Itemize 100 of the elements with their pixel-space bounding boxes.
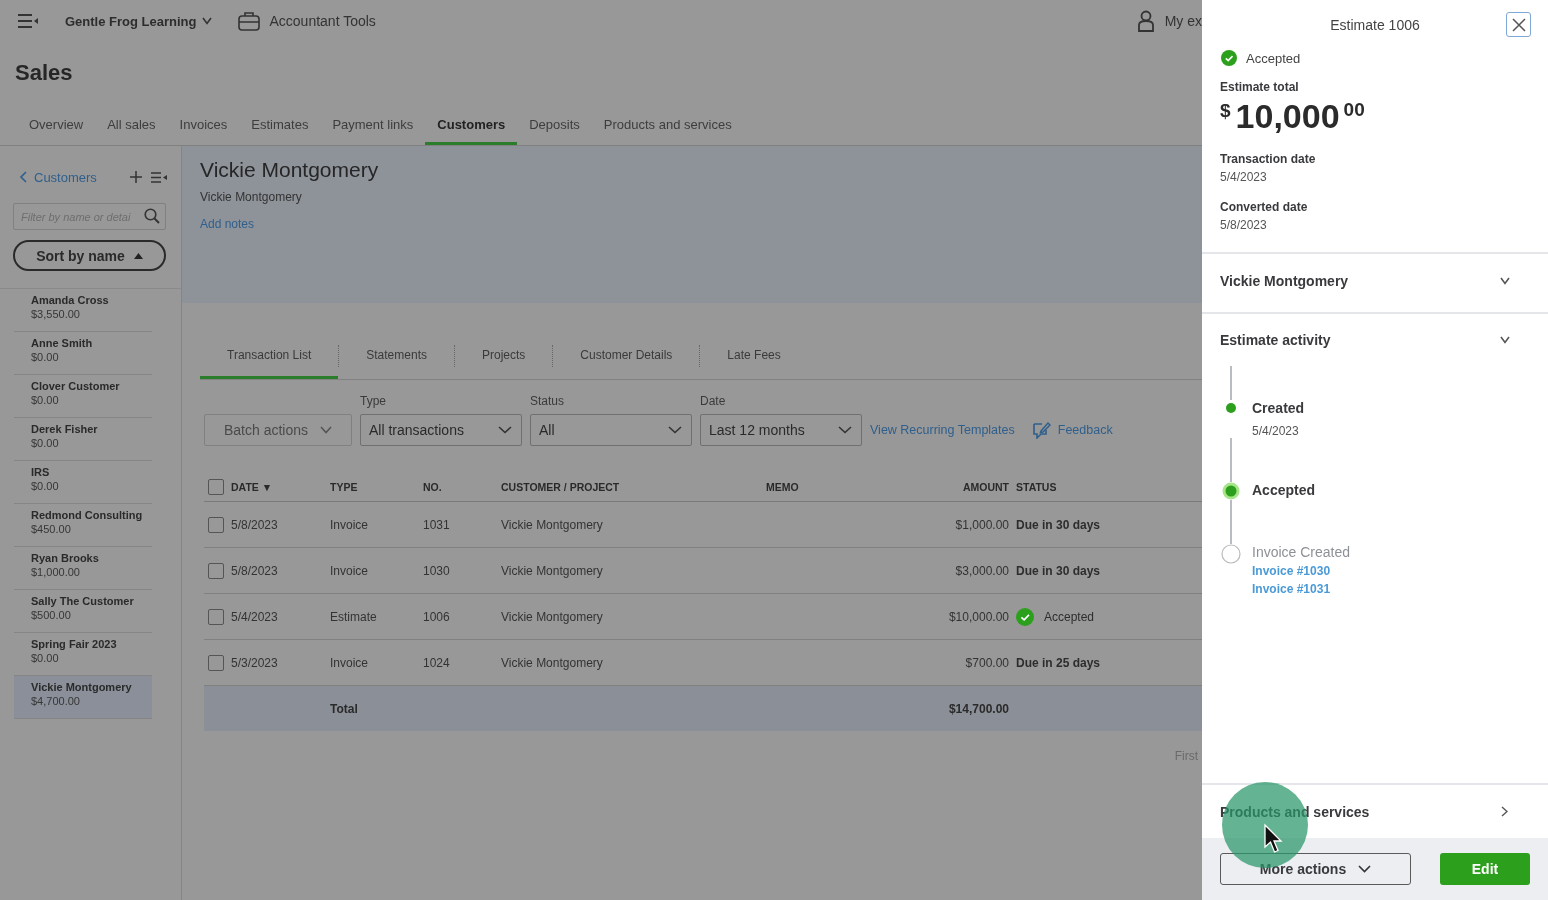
field-value: 5/8/2023 — [1219, 218, 1268, 232]
chevron-left-icon — [19, 171, 27, 183]
chevron-right-icon — [1501, 806, 1508, 817]
batch-actions-button[interactable]: Batch actions — [204, 414, 352, 446]
accountant-tools-link[interactable]: Accountant Tools — [238, 11, 376, 31]
table-cell-text: 1006 — [423, 609, 451, 624]
feedback-link[interactable]: Feedback — [1030, 421, 1113, 439]
tab[interactable]: Transaction List — [200, 348, 339, 379]
total-amount: $14,700.00 — [947, 701, 1009, 716]
event-date: 5/4/2023 — [1252, 424, 1300, 438]
customer-balance: $0.00 — [31, 394, 60, 406]
table-cell-text: Estimate — [330, 609, 378, 624]
customer-balance: $3,550.00 — [31, 308, 81, 320]
checkbox[interactable] — [208, 562, 224, 579]
checkbox[interactable] — [208, 479, 224, 495]
field-label: Estimate total — [1219, 80, 1300, 94]
tab[interactable]: Invoices — [167, 117, 240, 145]
add-button[interactable] — [130, 171, 142, 183]
currency-symbol: $ — [1220, 100, 1231, 122]
recurring-templates-link[interactable]: View Recurring Templates — [870, 423, 1015, 437]
table-cell-text: Vickie Montgomery — [501, 609, 604, 624]
tab[interactable]: Products and services — [591, 117, 744, 145]
customer-section[interactable]: Vickie Montgomery — [1202, 252, 1548, 314]
customer-item[interactable]: Anne Smith $0.00 — [14, 332, 152, 375]
plus-icon — [130, 171, 142, 183]
customer-name: Ryan Brooks — [31, 552, 100, 564]
column-header: STATUS — [1015, 481, 1058, 493]
customer-name: Vickie Montgomery — [31, 681, 133, 693]
invoice-link[interactable]: Invoice #1031 — [1252, 582, 1351, 596]
dropdown[interactable]: Last 12 months — [700, 414, 862, 446]
customer-item[interactable]: Redmond Consulting $450.00 — [14, 504, 152, 547]
chevron-down-icon — [320, 426, 333, 434]
chevron-down-icon — [668, 426, 682, 434]
feedback-icon — [1030, 421, 1051, 439]
tab[interactable]: Customer Details — [553, 348, 700, 379]
table-cell-text: 5/8/2023 — [231, 563, 279, 578]
company-menu[interactable]: Gentle Frog Learning — [65, 13, 213, 29]
tab[interactable]: Statements — [339, 348, 454, 379]
dropdown[interactable]: All transactions — [360, 414, 522, 446]
table-cell-text: $1,000.00 — [954, 517, 1009, 532]
close-button[interactable] — [1506, 12, 1531, 37]
field-value: 5/4/2023 — [1219, 170, 1268, 184]
total-amount: 10,000 — [1235, 96, 1340, 136]
tab[interactable]: Overview — [17, 117, 96, 145]
table-cell-text: Invoice — [330, 563, 370, 578]
sort-button[interactable]: Sort by name — [13, 240, 166, 271]
column-header: DATE ▼ — [231, 481, 274, 493]
customer-balance: $0.00 — [31, 351, 60, 363]
table-cell-text: $700.00 — [964, 655, 1009, 670]
list-options-button[interactable] — [151, 171, 167, 183]
customer-item[interactable]: Derek Fisher $0.00 — [14, 418, 152, 461]
check-circle-icon — [1221, 50, 1237, 66]
checkbox[interactable] — [208, 516, 224, 533]
table-cell-text: 5/4/2023 — [231, 609, 279, 624]
back-link[interactable]: Customers — [19, 169, 97, 185]
tab[interactable]: Payment links — [320, 117, 426, 145]
person-icon — [1136, 10, 1155, 32]
total-cents: 00 — [1343, 99, 1365, 121]
column-header: MEMO — [766, 481, 800, 493]
tab[interactable]: Deposits — [517, 117, 592, 145]
table-cell-text: Vickie Montgomery — [501, 563, 604, 578]
table-cell-text: 1031 — [423, 517, 451, 532]
checkbox[interactable] — [208, 608, 224, 625]
customer-name: Clover Customer — [31, 380, 121, 392]
tab[interactable]: All sales — [95, 117, 168, 145]
table-cell-text: $3,000.00 — [954, 563, 1009, 578]
customer-name: Vickie Montgomery — [200, 158, 380, 182]
dropdown[interactable]: All — [530, 414, 692, 446]
customer-balance: $1,000.00 — [31, 566, 81, 578]
total-label: Total — [330, 701, 359, 716]
customer-item[interactable]: Vickie Montgomery $4,700.00 — [14, 676, 152, 719]
filter-label: Date — [700, 394, 727, 408]
customer-item[interactable]: IRS $0.00 — [14, 461, 152, 504]
user-menu[interactable]: My ex — [1136, 10, 1202, 32]
tab[interactable]: Estimates — [239, 117, 321, 145]
customer-item[interactable]: Clover Customer $0.00 — [14, 375, 152, 418]
customer-item[interactable]: Ryan Brooks $1,000.00 — [14, 547, 152, 590]
invoice-link[interactable]: Invoice #1030 — [1252, 564, 1351, 578]
activity-section[interactable]: Estimate activity — [1202, 314, 1548, 366]
customer-balance: $500.00 — [31, 609, 72, 621]
event-label: Accepted — [1252, 482, 1316, 498]
cursor-icon — [1263, 823, 1285, 855]
chevron-down-icon — [838, 426, 852, 434]
customer-name: IRS — [31, 466, 51, 478]
field-label: Transaction date — [1219, 152, 1317, 166]
tab[interactable]: Late Fees — [700, 348, 808, 379]
table-cell-text: 5/8/2023 — [231, 517, 279, 532]
customer-balance: $0.00 — [31, 480, 60, 492]
edit-button[interactable]: Edit — [1440, 853, 1530, 885]
tab[interactable]: Projects — [454, 348, 553, 379]
add-notes-link[interactable]: Add notes — [200, 217, 255, 231]
search-icon — [144, 208, 160, 224]
customer-item[interactable]: Amanda Cross $3,550.00 — [14, 289, 152, 332]
chevron-down-icon — [1358, 865, 1372, 873]
customer-balance: $0.00 — [31, 437, 60, 449]
checkbox[interactable] — [208, 654, 224, 671]
customer-item[interactable]: Sally The Customer $500.00 — [14, 590, 152, 633]
customer-name: Amanda Cross — [31, 294, 110, 306]
table-cell-text: 1024 — [423, 655, 451, 670]
status-text: Accepted — [1246, 50, 1301, 66]
